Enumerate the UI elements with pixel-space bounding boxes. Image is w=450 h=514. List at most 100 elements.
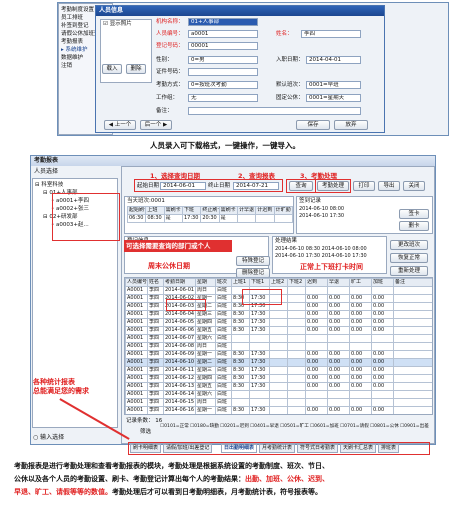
table-row[interactable]: A0001 李四 2014-06-13 星期五 白班 8:30 17:30 0.00 0.00 0… (125, 382, 432, 391)
grid-cell (371, 334, 394, 343)
grid-cell (269, 390, 288, 399)
grid-cell: 0.00 (327, 302, 350, 311)
table-row[interactable]: A0001 李四 2014-06-10 星期二 白班 8:30 17:30 0.00 0.00 0… (125, 358, 432, 367)
attend-mode-select[interactable]: 0=按班次考勤 (188, 81, 258, 89)
grid-header-cell[interactable]: 早退 (327, 278, 350, 287)
filter-checkbox[interactable]: ☐0201=迟到 (220, 424, 250, 430)
close-button[interactable]: 关闭 (403, 181, 425, 191)
note-input[interactable] (188, 107, 361, 115)
shift-cell[interactable]: 是 (163, 214, 183, 223)
shift-cell[interactable]: 08:30 (145, 214, 165, 223)
print-button[interactable]: 打印 (353, 181, 375, 191)
grid-cell: 0.00 (349, 318, 372, 327)
grid-header-cell[interactable]: 备注 (393, 278, 432, 287)
import-photo-button[interactable]: 载入 (102, 64, 122, 74)
grid-header-cell[interactable]: 下班2 (287, 278, 306, 287)
filter-checkbox[interactable]: ☐0701=请假 (340, 424, 370, 430)
entry-date-input[interactable]: 2014-04-01 (306, 56, 361, 64)
person-id-input[interactable]: a0001 (188, 30, 258, 38)
sign-button[interactable]: 签卡 (399, 209, 429, 219)
grid-cell (287, 350, 306, 359)
prev-button[interactable]: ◀ 上一个 (104, 120, 136, 130)
grid-header-cell[interactable]: 加班 (371, 278, 394, 287)
grid-cell: 白班 (215, 342, 232, 351)
grid-header-cell[interactable]: 上班1 (231, 278, 250, 287)
change-shift-button[interactable]: 更改班次 (390, 240, 428, 250)
table-row[interactable]: A0001李四2014-06-17星期二白班8:3017:300.000.000… (126, 415, 434, 416)
shift-cell[interactable]: 17:30 (181, 214, 202, 223)
filter-checkbox[interactable]: ☐0101=正常 (160, 424, 190, 430)
filter-checkbox[interactable]: ☐0501=旷工 (280, 424, 310, 430)
default-shift-select[interactable]: 0001=早班 (306, 81, 361, 89)
reg-no-input[interactable]: 00001 (188, 42, 258, 50)
shift-cell[interactable] (255, 214, 275, 223)
handle-record[interactable]: 2014-06-10 17:30 2014-06-10 17:30 (275, 253, 367, 260)
shift-cell[interactable]: 20:30 (200, 214, 220, 223)
filter-checkbox[interactable]: ☐0601=加班 (310, 424, 340, 430)
show-photo-checkbox[interactable]: ☑ 显示照片 (103, 20, 132, 28)
shift-cell[interactable]: 是 (218, 214, 238, 223)
person-id-label: 人员编号： (156, 31, 184, 37)
grid-header-cell[interactable]: 班次 (215, 278, 232, 287)
table-row[interactable]: A0001 李四 2014-06-15 周日 白班 (125, 398, 432, 407)
special-button[interactable]: 特殊登记 (236, 256, 270, 266)
table-row[interactable]: A0001 李四 2014-06-06 星期五 白班 8:30 17:30 0.00 0.00 0… (125, 326, 432, 335)
grid-cell: 0.00 (305, 374, 328, 383)
delete-photo-button[interactable]: 删除 (126, 64, 146, 74)
table-row[interactable]: A0001 李四 2014-06-07 星期六 白班 (125, 334, 432, 343)
work-group-select[interactable]: 无 (188, 94, 258, 102)
tree-node[interactable]: ⊟ 科室科技 (35, 181, 115, 189)
restore-normal-button[interactable]: 恢复正常 (390, 253, 428, 263)
filter-checkbox[interactable]: ☐0801=公休 (370, 424, 400, 430)
dept-select[interactable]: 01+人事部 (188, 18, 258, 26)
punch-record[interactable]: 2014-06-10 08:00 (299, 206, 344, 213)
save-button[interactable]: 保存 (296, 120, 330, 130)
top-caption: 人员录入可下载格式，一键操作，一键导入。 (150, 141, 300, 150)
reprocess-button[interactable]: 重新处理 (390, 266, 428, 276)
table-row[interactable]: A0001 李四 2014-06-12 星期四 白班 8:30 17:30 0.00 0.00 0… (125, 374, 432, 383)
grid-cell: A0001 (125, 302, 148, 311)
import-radio[interactable]: ○ 输入选择 (33, 432, 64, 441)
grid-header-cell[interactable]: 迟到 (305, 278, 328, 287)
table-row[interactable]: A0001 李四 2014-06-16 星期一 白班 8:30 17:30 0.00 0.00 0… (125, 406, 432, 414)
export-button[interactable]: 导出 (378, 181, 400, 191)
next-button[interactable]: 后一个 ▶ (140, 120, 172, 130)
grid-cell: 白班 (215, 374, 232, 383)
filter-checkbox[interactable]: ☐0401=早退 (250, 424, 280, 430)
shift-cell[interactable] (236, 214, 257, 223)
table-row[interactable]: A0001 李四 2014-06-04 星期三 白班 8:30 17:30 0.00 0.00 0… (125, 310, 432, 319)
table-row[interactable]: A0001 李四 2014-06-08 周日 白班 (125, 342, 432, 351)
table-row[interactable]: A0001 李四 2014-06-05 星期四 白班 8:30 17:30 0.00 0.00 0… (125, 318, 432, 327)
table-row[interactable]: A0001 李四 2014-06-14 星期六 白班 (125, 390, 432, 399)
grid-header-cell[interactable]: 旷工 (349, 278, 372, 287)
shift-cell[interactable] (273, 214, 294, 223)
grid-cell (269, 406, 288, 414)
grid-header-cell[interactable]: 姓名 (147, 278, 164, 287)
name-input[interactable]: 李四 (301, 30, 361, 38)
grid-header-cell[interactable]: 星期 (195, 278, 216, 287)
table-row[interactable]: A0001 李四 2014-06-09 星期一 白班 8:30 17:30 0.00 0.00 0… (125, 350, 432, 359)
shift-cell[interactable]: 06:30 (126, 214, 147, 223)
grid-cell: 0.00 (371, 294, 394, 303)
cancel-button[interactable]: 放弃 (334, 120, 368, 130)
filter-checkbox[interactable]: ☐0180=缺勤 (190, 424, 220, 430)
handle-record[interactable]: 2014-06-10 08:30 2014-06-10 08:00 (275, 246, 367, 253)
filter-checkbox[interactable]: ☐0901=出差 (400, 424, 430, 430)
grid-cell (287, 294, 306, 303)
grid-cell (269, 334, 288, 343)
grid-header-cell[interactable]: 人员编号 (125, 278, 148, 287)
grid-cell (349, 390, 372, 399)
grid-header-cell[interactable]: 上班2 (269, 278, 288, 287)
delete-sign-button[interactable]: 删卡 (399, 221, 429, 231)
grid-cell (327, 390, 350, 399)
id-card-input[interactable] (188, 68, 258, 76)
table-row[interactable]: A0001 李四 2014-06-11 星期三 白班 8:30 17:30 0.00 0.00 0… (125, 366, 432, 375)
sex-select[interactable]: 0=男 (188, 56, 258, 64)
grid-header-cell[interactable]: 下班1 (249, 278, 270, 287)
fixed-rest-select[interactable]: 0001=星期天 (306, 94, 361, 102)
footer-text: 考勤报表是进行考勤处理和查看考勤报表的模块，考勤处理是根据系统设置的考勤制度、班… (14, 460, 444, 499)
grid-cell (305, 342, 328, 351)
punch-record[interactable]: 2014-06-10 17:30 (299, 213, 344, 220)
grid-cell: 0.00 (305, 350, 328, 359)
grid-header-cell[interactable]: 考勤日期 (163, 278, 196, 287)
